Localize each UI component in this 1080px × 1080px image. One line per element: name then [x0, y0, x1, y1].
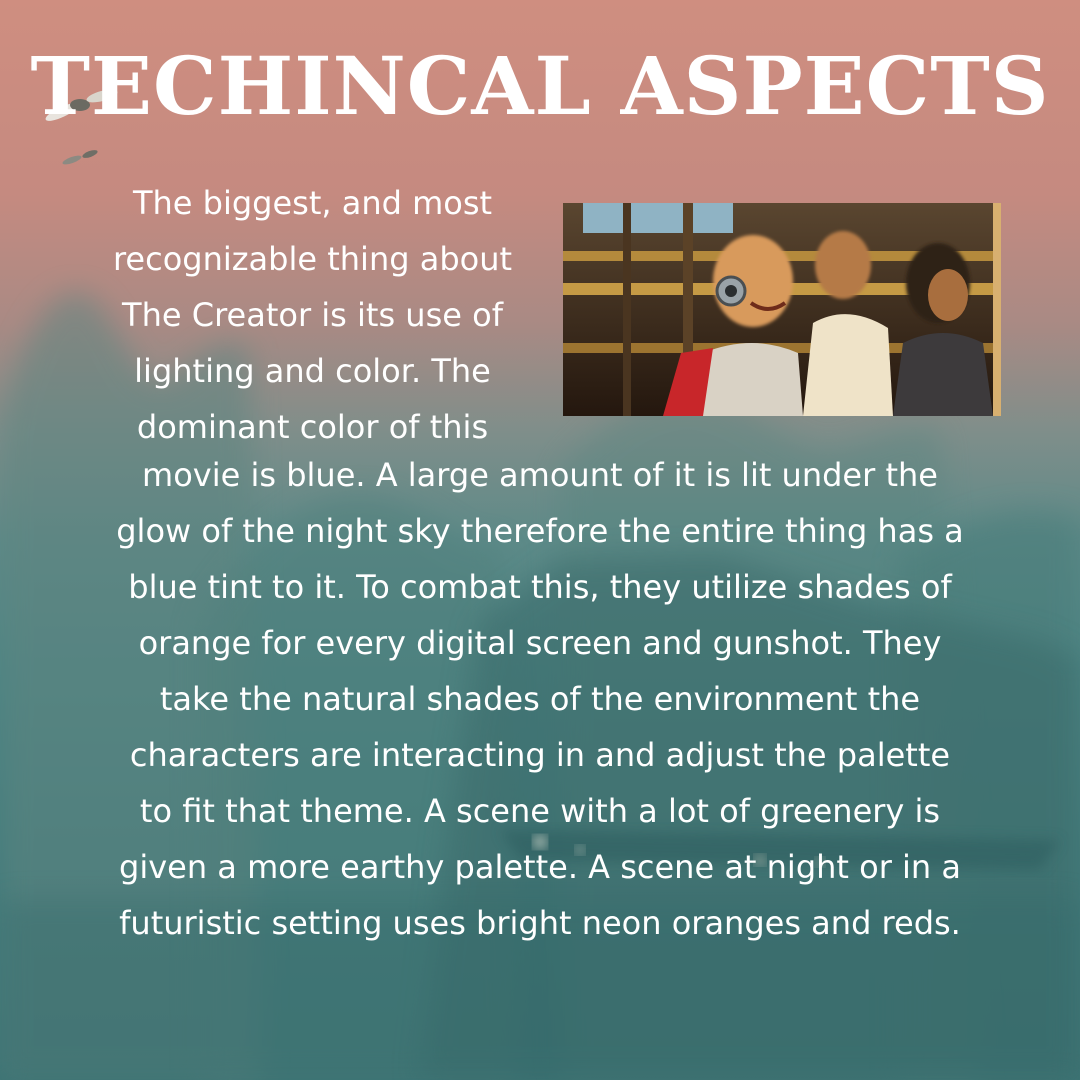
- body-line: take the natural shades of the environme…: [159, 680, 921, 718]
- body-line: blue tint to it. To combat this, they ut…: [128, 568, 952, 606]
- movie-still-photo: [563, 203, 1001, 416]
- intro-line: recognizable thing about: [112, 240, 513, 278]
- page-title: TECHINCAL ASPECTS: [30, 39, 1050, 133]
- body-line: orange for every digital screen and guns…: [138, 624, 942, 662]
- intro-line: The biggest, and most: [132, 184, 493, 222]
- body-line: given a more earthy palette. A scene at …: [119, 848, 961, 886]
- body-line: futuristic setting uses bright neon oran…: [119, 904, 961, 942]
- intro-line: The Creator is its use of: [122, 296, 503, 334]
- intro-line: lighting and color. The: [134, 352, 491, 390]
- body-line: characters are interacting in and adjust…: [129, 736, 951, 774]
- body-line: to fit that theme. A scene with a lot of…: [139, 792, 941, 830]
- body-line: movie is blue. A large amount of it is l…: [142, 456, 938, 494]
- body-paragraph: movie is blue. A large amount of it is l…: [0, 447, 1080, 951]
- intro-paragraph: The biggest, and most recognizable thing…: [90, 175, 535, 455]
- slide: TECHINCAL ASPECTS The biggest, and most …: [0, 0, 1080, 1080]
- body-line: glow of the night sky therefore the enti…: [116, 512, 964, 550]
